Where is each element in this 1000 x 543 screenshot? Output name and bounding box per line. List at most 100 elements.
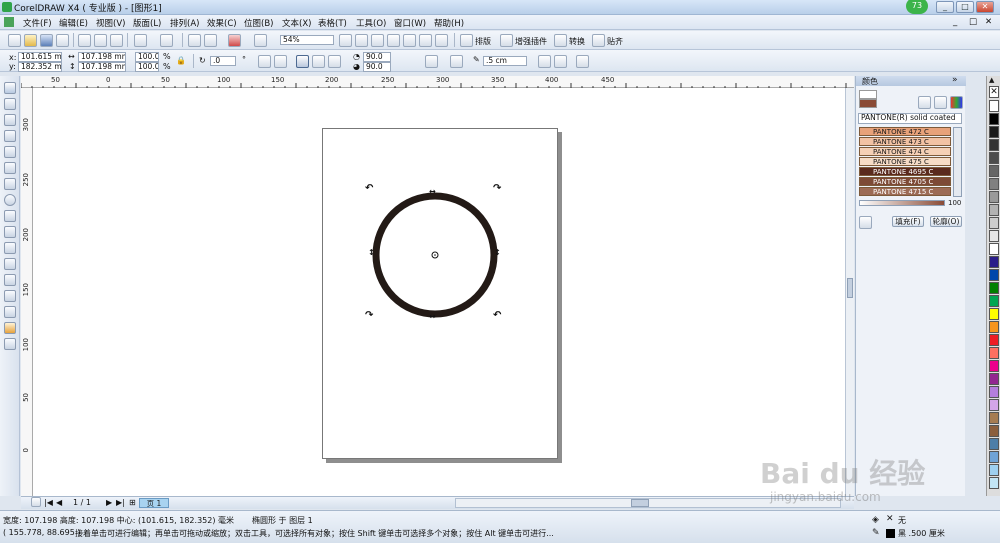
eyedropper-tool-icon[interactable] bbox=[4, 290, 16, 302]
zoom-page-icon[interactable] bbox=[403, 34, 416, 47]
scale-width-field[interactable]: 100.0 bbox=[135, 52, 159, 62]
menu-arrange[interactable]: 排列(A) bbox=[170, 17, 199, 29]
snap-icon[interactable] bbox=[592, 34, 605, 47]
crop-tool-icon[interactable] bbox=[4, 114, 16, 126]
palette-color-swatch[interactable] bbox=[989, 165, 999, 177]
palette-color-swatch[interactable] bbox=[989, 347, 999, 359]
swatch-item[interactable]: PANTONE 475 C bbox=[859, 157, 951, 166]
horizontal-ruler[interactable]: 50 0 50 100 150 200 250 300 350 400 450 bbox=[21, 76, 854, 88]
palette-color-swatch[interactable] bbox=[989, 282, 999, 294]
zoom-selected-icon[interactable] bbox=[371, 34, 384, 47]
convert-button[interactable]: 转换 bbox=[569, 36, 585, 47]
zoom-width-icon[interactable] bbox=[419, 34, 432, 47]
palette-color-swatch[interactable] bbox=[989, 321, 999, 333]
typeset-button[interactable]: 排版 bbox=[475, 36, 491, 47]
palette-color-swatch[interactable] bbox=[989, 386, 999, 398]
arc-mode-icon[interactable] bbox=[328, 55, 341, 68]
arc-direction-icon[interactable] bbox=[425, 55, 438, 68]
convert-icon[interactable] bbox=[554, 34, 567, 47]
convert-to-curves-icon[interactable] bbox=[576, 55, 589, 68]
cut-icon[interactable] bbox=[78, 34, 91, 47]
swatch-item[interactable]: PANTONE 4705 C bbox=[859, 177, 951, 186]
y-position-field[interactable]: 182.352 mm bbox=[18, 62, 62, 72]
copy-icon[interactable] bbox=[94, 34, 107, 47]
import-icon[interactable] bbox=[188, 34, 201, 47]
menu-view[interactable]: 视图(V) bbox=[96, 17, 125, 29]
scale-height-field[interactable]: 100.0 bbox=[135, 62, 159, 72]
menu-bitmaps[interactable]: 位图(B) bbox=[244, 17, 273, 29]
skew-handle-top[interactable]: ↔ bbox=[429, 187, 436, 196]
palette-color-swatch[interactable] bbox=[989, 399, 999, 411]
swatch-item[interactable]: PANTONE 4715 C bbox=[859, 187, 951, 196]
ellipse-tool-icon[interactable] bbox=[4, 194, 16, 206]
vertical-ruler[interactable]: 300 250 200 150 100 50 0 bbox=[21, 88, 33, 496]
rotate-handle-bottom-right[interactable]: ↶ bbox=[493, 310, 501, 321]
open-folder-icon[interactable] bbox=[24, 34, 37, 47]
palette-color-swatch[interactable] bbox=[989, 308, 999, 320]
pick-tool-icon[interactable] bbox=[4, 82, 16, 94]
mirror-horizontal-icon[interactable] bbox=[258, 55, 271, 68]
menu-table[interactable]: 表格(T) bbox=[318, 17, 347, 29]
shape-tool-icon[interactable] bbox=[4, 98, 16, 110]
no-color-swatch[interactable]: ✕ bbox=[989, 86, 999, 98]
width-field[interactable]: 107.198 mm bbox=[78, 52, 126, 62]
outline-tool-icon[interactable] bbox=[4, 306, 16, 318]
vertical-scrollbar[interactable] bbox=[845, 88, 854, 496]
zoom-in-icon[interactable] bbox=[339, 34, 352, 47]
lock-ratio-icon[interactable]: 🔒 bbox=[176, 56, 186, 65]
interactive-fill-tool-icon[interactable] bbox=[4, 338, 16, 350]
wrap-text-icon[interactable] bbox=[450, 55, 463, 68]
paste-icon[interactable] bbox=[110, 34, 123, 47]
rotate-handle-top-left[interactable]: ↶ bbox=[365, 183, 373, 194]
rotate-handle-top-right[interactable]: ↷ bbox=[493, 183, 501, 194]
scroll-thumb[interactable] bbox=[847, 278, 853, 298]
palette-color-swatch[interactable] bbox=[989, 360, 999, 372]
welcome-screen-icon[interactable] bbox=[254, 34, 267, 47]
swatch-list-scrollbar[interactable] bbox=[953, 127, 962, 197]
notification-badge[interactable]: 73 bbox=[906, 0, 928, 14]
undo-icon[interactable] bbox=[134, 34, 147, 47]
zoom-tool-icon[interactable] bbox=[4, 130, 16, 142]
x-position-field[interactable]: 101.615 mm bbox=[18, 52, 62, 62]
palette-color-swatch[interactable] bbox=[989, 373, 999, 385]
page-tab[interactable]: 页 1 bbox=[139, 498, 169, 508]
palette-color-swatch[interactable] bbox=[989, 412, 999, 424]
palette-color-swatch[interactable] bbox=[989, 243, 999, 255]
doc-restore-button[interactable]: □ bbox=[969, 17, 977, 27]
doc-close-button[interactable]: ✕ bbox=[985, 17, 992, 27]
palette-color-swatch[interactable] bbox=[989, 269, 999, 281]
palette-color-swatch[interactable] bbox=[989, 191, 999, 203]
skew-handle-bottom[interactable]: ↔ bbox=[429, 312, 436, 321]
print-icon[interactable] bbox=[56, 34, 69, 47]
drawing-canvas[interactable]: ↶ ↷ ↷ ↶ ↔ ↔ ↕ ↕ bbox=[33, 88, 845, 496]
palette-color-swatch[interactable] bbox=[989, 256, 999, 268]
arc-end-field[interactable]: 90.0 bbox=[363, 62, 391, 72]
color-palette-icon[interactable] bbox=[950, 96, 963, 109]
palette-color-swatch[interactable] bbox=[989, 438, 999, 450]
page-options-icon[interactable] bbox=[31, 497, 41, 507]
palette-color-swatch[interactable] bbox=[989, 334, 999, 346]
menu-layout[interactable]: 版面(L) bbox=[133, 17, 161, 29]
palette-color-swatch[interactable] bbox=[989, 178, 999, 190]
swatch-item[interactable]: PANTONE 472 C bbox=[859, 127, 951, 136]
save-icon[interactable] bbox=[40, 34, 53, 47]
smart-fill-tool-icon[interactable] bbox=[4, 162, 16, 174]
enhance-plugin-button[interactable]: 增强插件 bbox=[515, 36, 547, 47]
rectangle-tool-icon[interactable] bbox=[4, 178, 16, 190]
height-field[interactable]: 107.198 mm bbox=[78, 62, 126, 72]
palette-color-swatch[interactable] bbox=[989, 152, 999, 164]
palette-color-swatch[interactable] bbox=[989, 100, 999, 112]
hscroll-thumb[interactable] bbox=[631, 499, 649, 507]
lock-icon[interactable] bbox=[859, 216, 872, 229]
first-page-icon[interactable]: |◀ bbox=[44, 498, 53, 507]
ellipse-mode-icon[interactable] bbox=[296, 55, 309, 68]
menu-edit[interactable]: 编辑(E) bbox=[59, 17, 88, 29]
zoom-level-select[interactable]: 54% bbox=[280, 35, 334, 45]
application-launcher-icon[interactable] bbox=[228, 34, 241, 47]
palette-color-swatch[interactable] bbox=[989, 126, 999, 138]
palette-select[interactable]: PANTONE(R) solid coated bbox=[858, 113, 962, 124]
palette-color-swatch[interactable] bbox=[989, 425, 999, 437]
to-front-icon[interactable] bbox=[538, 55, 551, 68]
palette-color-swatch[interactable] bbox=[989, 204, 999, 216]
selected-ellipse[interactable] bbox=[365, 185, 505, 325]
